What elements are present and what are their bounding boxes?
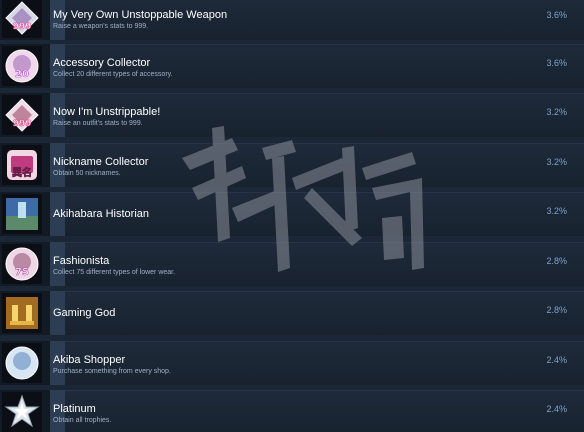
historian-icon	[4, 196, 40, 232]
achievement-icon-frame: 20	[2, 46, 42, 86]
achievement-title: Gaming God	[53, 307, 116, 319]
achievement-row-7[interactable]: Gaming God 2.8%	[0, 291, 584, 335]
row-background	[50, 341, 584, 385]
achievement-icon-frame: 999	[2, 95, 42, 135]
achievement-percent: 3.2%	[546, 206, 567, 216]
achievement-description: Collect 75 different types of lower wear…	[53, 269, 176, 276]
achievement-icon-frame	[2, 343, 42, 383]
platinum-trophy-icon	[4, 394, 40, 430]
achievement-percent: 3.6%	[546, 10, 567, 20]
achievement-description: Raise a weapon's stats to 999.	[53, 23, 149, 30]
achievement-percent: 2.4%	[546, 355, 567, 365]
achievement-row-4[interactable]: 異名 Nickname Collector Obtain 50 nickname…	[0, 143, 584, 187]
achievement-row-3[interactable]: 999 Now I'm Unstrippable! Raise an outfi…	[0, 93, 584, 137]
accessory-20-icon: 20	[4, 48, 40, 84]
achievement-description: Obtain 50 nicknames.	[53, 170, 121, 177]
gaming-god-icon	[4, 295, 40, 331]
achievement-percent: 3.2%	[546, 157, 567, 167]
achievement-row-9[interactable]: Platinum Obtain all trophies. 2.4%	[0, 390, 584, 432]
achievement-icon-frame	[2, 194, 42, 234]
achievement-percent: 3.2%	[546, 107, 567, 117]
achievement-title: Akihabara Historian	[53, 208, 149, 220]
achievement-row-1[interactable]: 999 My Very Own Unstoppable Weapon Raise…	[0, 0, 584, 40]
achievement-row-2[interactable]: 20 Accessory Collector Collect 20 differ…	[0, 44, 584, 88]
achievement-list: 999 My Very Own Unstoppable Weapon Raise…	[0, 0, 584, 432]
achievement-percent: 2.4%	[546, 404, 567, 414]
outfit-999-icon: 999	[4, 97, 40, 133]
achievement-row-5[interactable]: Akihabara Historian 3.2%	[0, 192, 584, 236]
achievement-title: Accessory Collector	[53, 57, 151, 69]
row-background	[50, 291, 584, 335]
achievement-row-6[interactable]: 75 Fashionista Collect 75 different type…	[0, 242, 584, 286]
achievement-title: Now I'm Unstrippable!	[53, 106, 161, 118]
achievement-icon-frame	[2, 293, 42, 333]
achievement-title: Nickname Collector	[53, 156, 149, 168]
achievement-description: Purchase something from every shop.	[53, 368, 171, 375]
nickname-icon: 異名	[4, 147, 40, 183]
achievement-title: Platinum	[53, 403, 96, 415]
achievement-percent: 2.8%	[546, 305, 567, 315]
svg-text:75: 75	[15, 267, 29, 278]
svg-text:異名: 異名	[12, 166, 32, 179]
svg-text:20: 20	[15, 69, 29, 80]
shopper-icon	[4, 345, 40, 381]
achievement-row-8[interactable]: Akiba Shopper Purchase something from ev…	[0, 341, 584, 385]
row-background	[50, 390, 584, 432]
achievement-title: Akiba Shopper	[53, 354, 126, 366]
achievement-icon-frame	[2, 392, 42, 432]
achievement-icon-frame: 999	[2, 0, 42, 38]
achievement-description: Obtain all trophies.	[53, 417, 112, 424]
achievement-title: Fashionista	[53, 255, 110, 267]
achievement-description: Raise an outfit's stats to 999.	[53, 120, 143, 127]
achievement-icon-frame: 異名	[2, 145, 42, 185]
row-background	[50, 242, 584, 286]
weapon-999-icon: 999	[4, 0, 40, 36]
achievement-percent: 2.8%	[546, 256, 567, 266]
svg-text:999: 999	[13, 22, 32, 32]
achievement-icon-frame: 75	[2, 244, 42, 284]
achievement-title: My Very Own Unstoppable Weapon	[53, 9, 228, 21]
achievement-percent: 3.6%	[546, 58, 567, 68]
fashionista-75-icon: 75	[4, 246, 40, 282]
svg-text:999: 999	[13, 119, 32, 129]
achievement-description: Collect 20 different types of accessory.	[53, 71, 173, 78]
